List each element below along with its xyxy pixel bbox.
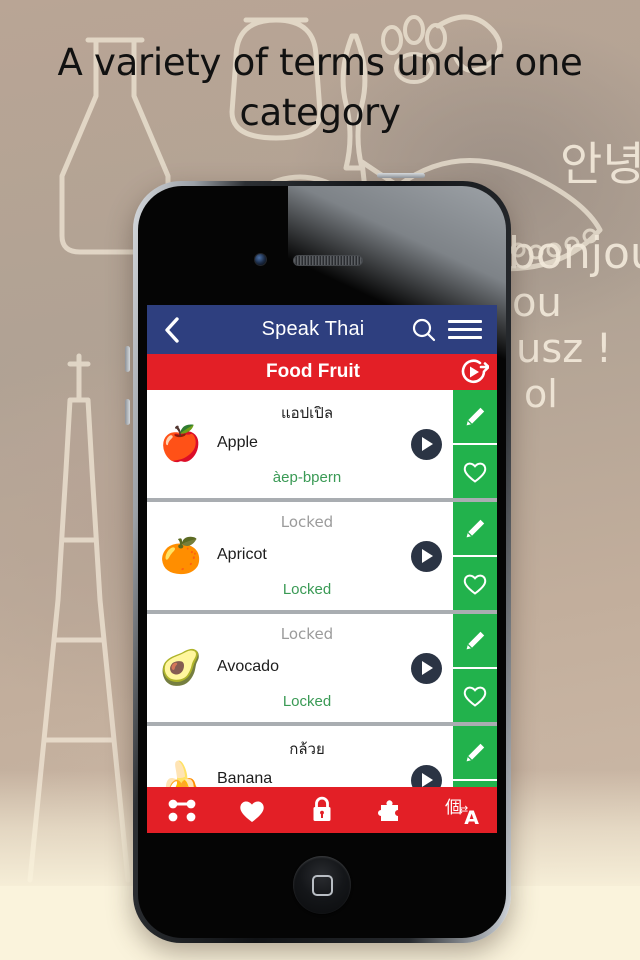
category-bar: Food Fruit [147, 354, 497, 390]
search-button[interactable] [405, 317, 443, 343]
page-title: A variety of terms under one category [57, 41, 583, 134]
play-icon [410, 764, 442, 787]
bg-word: ol [524, 372, 558, 416]
edit-button[interactable] [453, 390, 497, 443]
heart-outline-icon [463, 574, 487, 595]
hamburger-menu-button[interactable] [443, 320, 487, 339]
connect-dots-icon [168, 799, 196, 822]
bg-word: usz ! [516, 326, 612, 372]
speaker-grille-icon [293, 255, 363, 266]
table-row[interactable]: 🍌 กล้วย Banana [147, 726, 497, 787]
pencil-icon [466, 743, 485, 761]
bottom-tab-bar: 個 ⇄ A [147, 787, 497, 833]
play-button[interactable] [399, 726, 453, 787]
power-button[interactable] [377, 173, 425, 178]
home-button[interactable] [293, 856, 351, 914]
english-word: Banana [217, 770, 273, 787]
bg-word: bonjour [508, 228, 640, 279]
row-actions [453, 726, 497, 787]
table-row[interactable]: 🥑 Locked Avocado Locked [147, 614, 497, 722]
bg-word: ou [512, 280, 562, 326]
native-word: Locked [280, 625, 334, 643]
edit-button[interactable] [453, 502, 497, 555]
transliteration: Locked [282, 693, 332, 710]
pencil-icon [466, 519, 485, 537]
transliteration: àep-bpern [272, 469, 342, 486]
native-word: Locked [280, 513, 334, 531]
play-icon [410, 428, 442, 460]
tab-games[interactable] [357, 787, 427, 833]
puzzle-icon [378, 799, 398, 821]
row-actions [453, 390, 497, 498]
back-button[interactable] [157, 316, 187, 343]
phone-body: Speak Thai Food Fruit 🍎 แอปเปิล Apple àe… [138, 186, 506, 938]
play-all-button[interactable] [451, 358, 497, 386]
hamburger-menu-icon [448, 328, 482, 331]
favorite-button[interactable] [453, 557, 497, 610]
lock-icon [313, 796, 331, 821]
tab-translate[interactable]: 個 ⇄ A [427, 787, 497, 833]
row-actions [453, 502, 497, 610]
banana-image: 🍌 [159, 761, 203, 787]
row-text: Locked Avocado Locked [215, 614, 399, 722]
word-list[interactable]: 🍎 แอปเปิล Apple àep-bpern 🍊 Locked Apric… [147, 390, 497, 787]
home-square-icon [311, 874, 333, 896]
play-icon [410, 652, 442, 684]
english-word: Avocado [217, 658, 279, 675]
volume-down-button[interactable] [125, 399, 130, 425]
row-text: Locked Apricot Locked [215, 502, 399, 610]
translate-latin-char: A [464, 807, 479, 829]
english-word: Apricot [217, 546, 267, 563]
pencil-icon [466, 631, 485, 649]
app-screen: Speak Thai Food Fruit 🍎 แอปเปิล Apple àe… [147, 305, 497, 833]
favorite-button[interactable] [453, 669, 497, 722]
tab-categories[interactable] [147, 787, 217, 833]
row-text: แอปเปิล Apple àep-bpern [215, 390, 399, 498]
app-navbar: Speak Thai [147, 305, 497, 354]
edit-button[interactable] [453, 726, 497, 779]
play-button[interactable] [399, 614, 453, 722]
heart-filled-icon [240, 800, 264, 822]
category-title: Food Fruit [266, 361, 360, 382]
row-text: กล้วย Banana [215, 726, 399, 787]
camera-icon [254, 253, 267, 266]
native-word: กล้วย [289, 740, 325, 758]
edit-button[interactable] [453, 614, 497, 667]
table-row[interactable]: 🍊 Locked Apricot Locked [147, 502, 497, 610]
table-row[interactable]: 🍎 แอปเปิล Apple àep-bpern [147, 390, 497, 498]
english-word: Apple [217, 434, 258, 451]
apricot-image: 🍊 [159, 537, 203, 575]
volume-up-button[interactable] [125, 346, 130, 372]
search-icon [412, 318, 436, 341]
chevron-left-icon [165, 316, 179, 343]
play-loop-icon [461, 359, 489, 384]
row-actions [453, 614, 497, 722]
transliteration: Locked [282, 581, 332, 598]
hamburger-menu-icon [448, 336, 482, 339]
tab-locked[interactable] [287, 787, 357, 833]
play-icon [410, 540, 442, 572]
tab-favorites[interactable] [217, 787, 287, 833]
heart-outline-icon [463, 686, 487, 707]
play-button[interactable] [399, 390, 453, 498]
hamburger-menu-icon [448, 320, 482, 323]
heart-outline-icon [463, 462, 487, 483]
play-button[interactable] [399, 502, 453, 610]
native-word: แอปเปิล [280, 404, 334, 422]
favorite-button[interactable] [453, 445, 497, 498]
phone-mockup: Speak Thai Food Fruit 🍎 แอปเปิล Apple àe… [125, 173, 511, 943]
avocado-image: 🥑 [159, 649, 203, 687]
apple-image: 🍎 [159, 425, 203, 463]
translate-icon: 個 ⇄ A [445, 795, 479, 829]
app-title: Speak Thai [261, 318, 365, 340]
pencil-icon [466, 407, 485, 425]
